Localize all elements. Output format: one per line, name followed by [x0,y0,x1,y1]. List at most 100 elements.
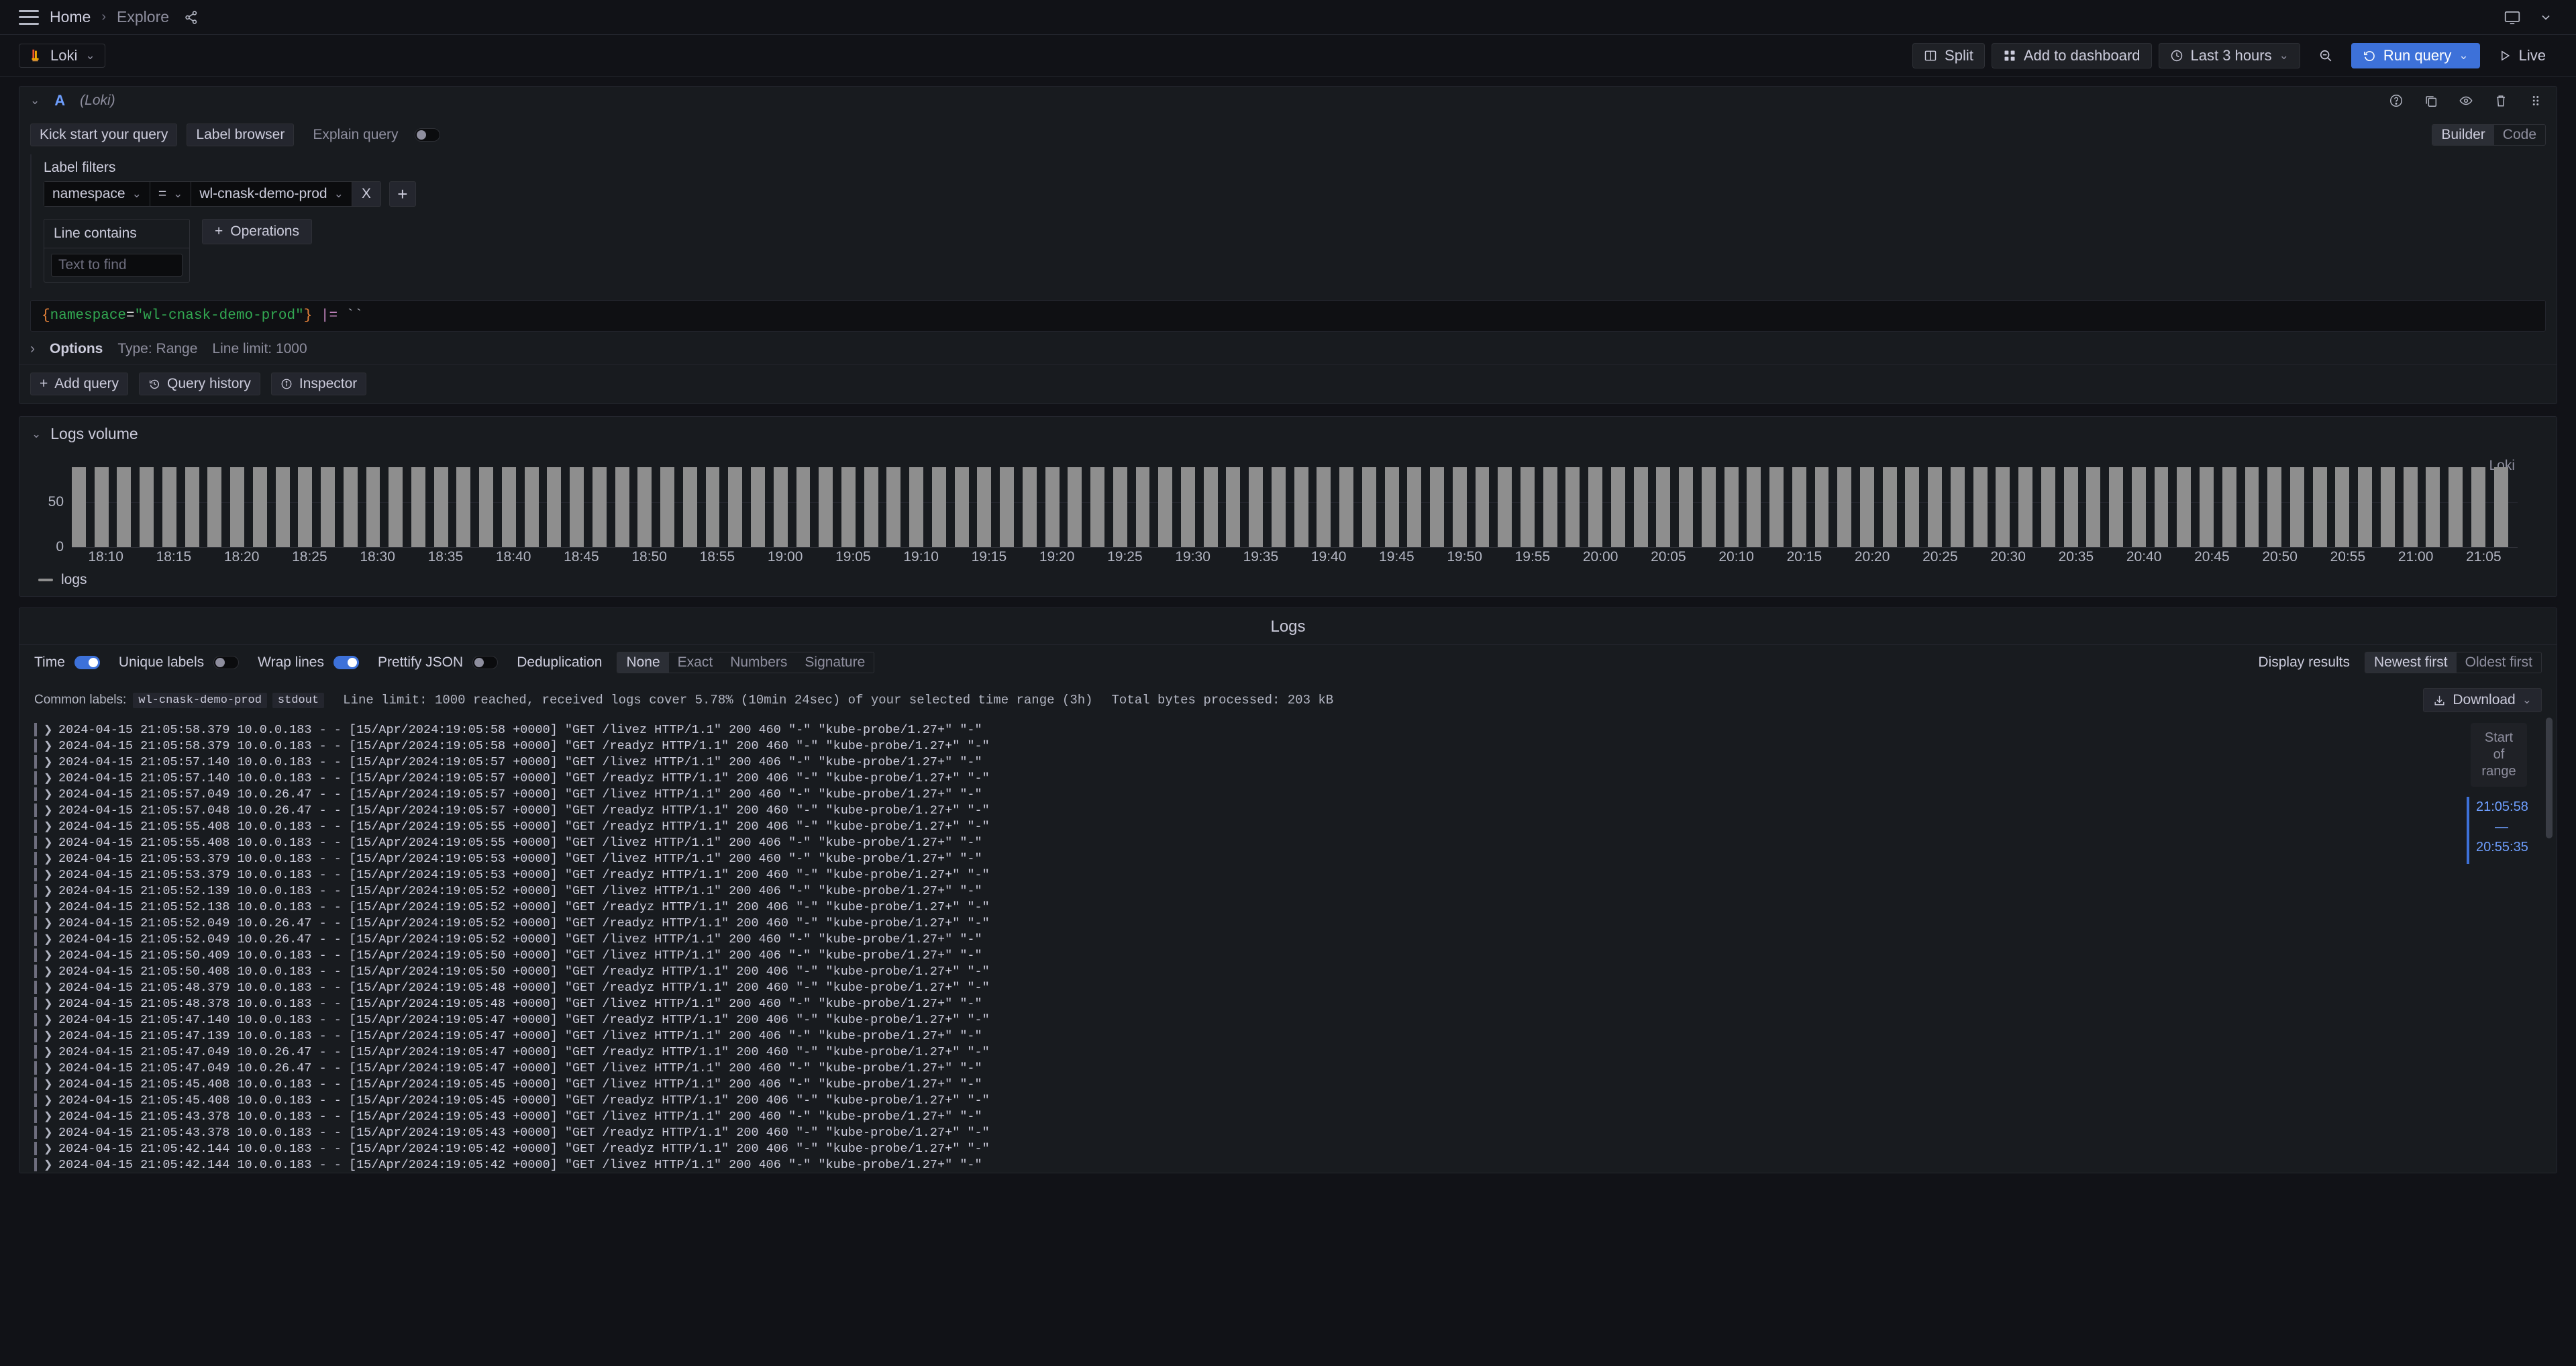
eye-icon[interactable] [2456,93,2476,108]
segment-option[interactable]: None [617,652,669,673]
zoom-out-button[interactable] [2307,43,2345,68]
query-history-button[interactable]: Query history [139,373,260,395]
expand-log-icon[interactable]: ❯ [44,1013,52,1026]
share-icon[interactable] [180,8,203,27]
expand-log-icon[interactable]: ❯ [44,948,52,962]
log-line-row[interactable]: ❯ 2024-04-15 21:05:57.140 10.0.0.183 - - … [19,754,2557,770]
log-line-row[interactable]: ❯ 2024-04-15 21:05:57.048 10.0.26.47 - - … [19,802,2557,818]
expand-log-icon[interactable]: ❯ [44,803,52,817]
chevron-down-icon[interactable] [2534,8,2557,27]
log-line-row[interactable]: ❯ 2024-04-15 21:05:53.379 10.0.0.183 - - … [19,850,2557,867]
log-line-row[interactable]: ❯ 2024-04-15 21:05:52.049 10.0.26.47 - - … [19,915,2557,931]
expand-log-icon[interactable]: ❯ [44,965,52,978]
log-line-row[interactable]: ❯ 2024-04-15 21:05:50.408 10.0.0.183 - - … [19,963,2557,979]
log-line-row[interactable]: ❯ 2024-04-15 21:05:45.408 10.0.0.183 - - … [19,1092,2557,1108]
time-range-picker[interactable]: Last 3 hours ⌄ [2158,42,2300,68]
expand-log-icon[interactable]: ❯ [44,1110,52,1123]
chart-plot-area[interactable]: 0 50 [48,456,2518,554]
collapse-logs-volume-icon[interactable]: ⌄ [32,428,41,441]
log-line-row[interactable]: ❯ 2024-04-15 21:05:43.378 10.0.0.183 - - … [19,1108,2557,1124]
log-line-row[interactable]: ❯ 2024-04-15 21:05:52.139 10.0.0.183 - - … [19,883,2557,899]
segment-option[interactable]: Exact [669,652,722,673]
prettify-json-toggle[interactable] [472,656,499,669]
log-line-row[interactable]: ❯ 2024-04-15 21:05:57.140 10.0.0.183 - - … [19,770,2557,786]
expand-log-icon[interactable]: ❯ [44,1093,52,1107]
breadcrumb-home[interactable]: Home [50,8,91,26]
add-query-button[interactable]: + Add query [30,373,128,395]
expand-log-icon[interactable]: ❯ [44,739,52,752]
trash-icon[interactable] [2491,93,2511,108]
expand-log-icon[interactable]: ❯ [44,771,52,785]
expand-log-icon[interactable]: ❯ [44,787,52,801]
hamburger-icon[interactable] [19,9,39,25]
expand-log-icon[interactable]: ❯ [44,1061,52,1075]
expand-log-icon[interactable]: ❯ [44,916,52,930]
log-line-row[interactable]: ❯ 2024-04-15 21:05:42.144 10.0.0.183 - - … [19,1157,2557,1173]
log-line-row[interactable]: ❯ 2024-04-15 21:05:58.379 10.0.0.183 - - … [19,738,2557,754]
line-contains-input[interactable] [51,254,183,277]
filter-value-select[interactable]: wl-cnask-demo-prod ⌄ [191,181,352,207]
log-line-row[interactable]: ❯ 2024-04-15 21:05:58.379 10.0.0.183 - - … [19,722,2557,738]
display-order-options[interactable]: Newest first Oldest first [2364,652,2542,673]
editor-mode-switcher[interactable]: Builder Code [2432,124,2546,146]
expand-log-icon[interactable]: ❯ [44,1045,52,1059]
log-line-row[interactable]: ❯ 2024-04-15 21:05:55.408 10.0.0.183 - - … [19,818,2557,834]
inspector-button[interactable]: Inspector [270,373,367,395]
log-line-row[interactable]: ❯ 2024-04-15 21:05:43.378 10.0.0.183 - - … [19,1124,2557,1140]
expand-log-icon[interactable]: ❯ [44,1126,52,1139]
collapse-query-icon[interactable]: ⌄ [30,94,40,107]
log-line-row[interactable]: ❯ 2024-04-15 21:05:48.379 10.0.0.183 - - … [19,979,2557,995]
log-line-row[interactable]: ❯ 2024-04-15 21:05:45.408 10.0.0.183 - - … [19,1076,2557,1092]
logs-scrollbar[interactable] [2546,718,2553,1228]
query-options-row[interactable]: › Options Type: Range Line limit: 1000 [30,341,2546,357]
split-button[interactable]: Split [1912,42,1985,68]
log-line-row[interactable]: ❯ 2024-04-15 21:05:53.379 10.0.0.183 - - … [19,867,2557,883]
help-icon[interactable] [2386,93,2406,108]
expand-log-icon[interactable]: ❯ [44,997,52,1010]
segment-option[interactable]: Numbers [721,652,796,673]
filter-operator-select[interactable]: = ⌄ [149,181,191,207]
add-to-dashboard-button[interactable]: Add to dashboard [1991,42,2152,68]
add-operations-button[interactable]: + Operations [202,219,312,244]
expand-log-icon[interactable]: ❯ [44,868,52,881]
tab-builder[interactable]: Builder [2432,125,2494,145]
log-line-row[interactable]: ❯ 2024-04-15 21:05:50.409 10.0.0.183 - - … [19,947,2557,963]
expand-log-icon[interactable]: ❯ [44,723,52,736]
expand-log-icon[interactable]: ❯ [44,1077,52,1091]
monitor-icon[interactable] [2501,8,2524,27]
segment-option[interactable]: Oldest first [2457,652,2541,673]
log-line-row[interactable]: ❯ 2024-04-15 21:05:52.138 10.0.0.183 - - … [19,899,2557,915]
segment-option[interactable]: Newest first [2365,652,2457,673]
expand-log-icon[interactable]: ❯ [44,820,52,833]
tab-code[interactable]: Code [2494,125,2545,145]
kick-start-query-button[interactable]: Kick start your query [30,124,178,146]
expand-log-icon[interactable]: ❯ [44,1158,52,1171]
expand-log-icon[interactable]: ❯ [44,932,52,946]
datasource-picker[interactable]: Loki ⌄ [19,43,105,68]
unique-labels-toggle[interactable] [213,656,240,669]
filter-label-select[interactable]: namespace ⌄ [44,181,150,207]
breadcrumb-explore[interactable]: Explore [117,8,169,26]
time-toggle[interactable] [74,656,100,669]
scrollbar-thumb[interactable] [2546,718,2553,838]
live-tail-button[interactable]: Live [2487,43,2557,68]
log-line-row[interactable]: ❯ 2024-04-15 21:05:42.144 10.0.0.183 - - … [19,1140,2557,1157]
label-browser-button[interactable]: Label browser [187,124,295,146]
expand-log-icon[interactable]: ❯ [44,981,52,994]
log-line-row[interactable]: ❯ 2024-04-15 21:05:52.049 10.0.26.47 - - … [19,931,2557,947]
copy-icon[interactable] [2421,93,2441,108]
download-button[interactable]: Download ⌄ [2423,688,2542,712]
segment-option[interactable]: Signature [796,652,874,673]
wrap-lines-toggle[interactable] [333,656,359,669]
expand-log-icon[interactable]: ❯ [44,852,52,865]
deduplication-options[interactable]: None Exact Numbers Signature [617,652,875,673]
drag-handle-icon[interactable] [2526,93,2546,108]
expand-log-icon[interactable]: ❯ [44,836,52,849]
expand-log-icon[interactable]: ❯ [44,884,52,897]
log-line-row[interactable]: ❯ 2024-04-15 21:05:47.139 10.0.0.183 - - … [19,1028,2557,1044]
expand-log-icon[interactable]: ❯ [44,1029,52,1042]
remove-filter-button[interactable]: X [351,181,381,207]
explain-query-toggle[interactable] [414,128,440,142]
log-line-row[interactable]: ❯ 2024-04-15 21:05:48.378 10.0.0.183 - - … [19,995,2557,1012]
log-line-row[interactable]: ❯ 2024-04-15 21:05:47.140 10.0.0.183 - - … [19,1012,2557,1028]
